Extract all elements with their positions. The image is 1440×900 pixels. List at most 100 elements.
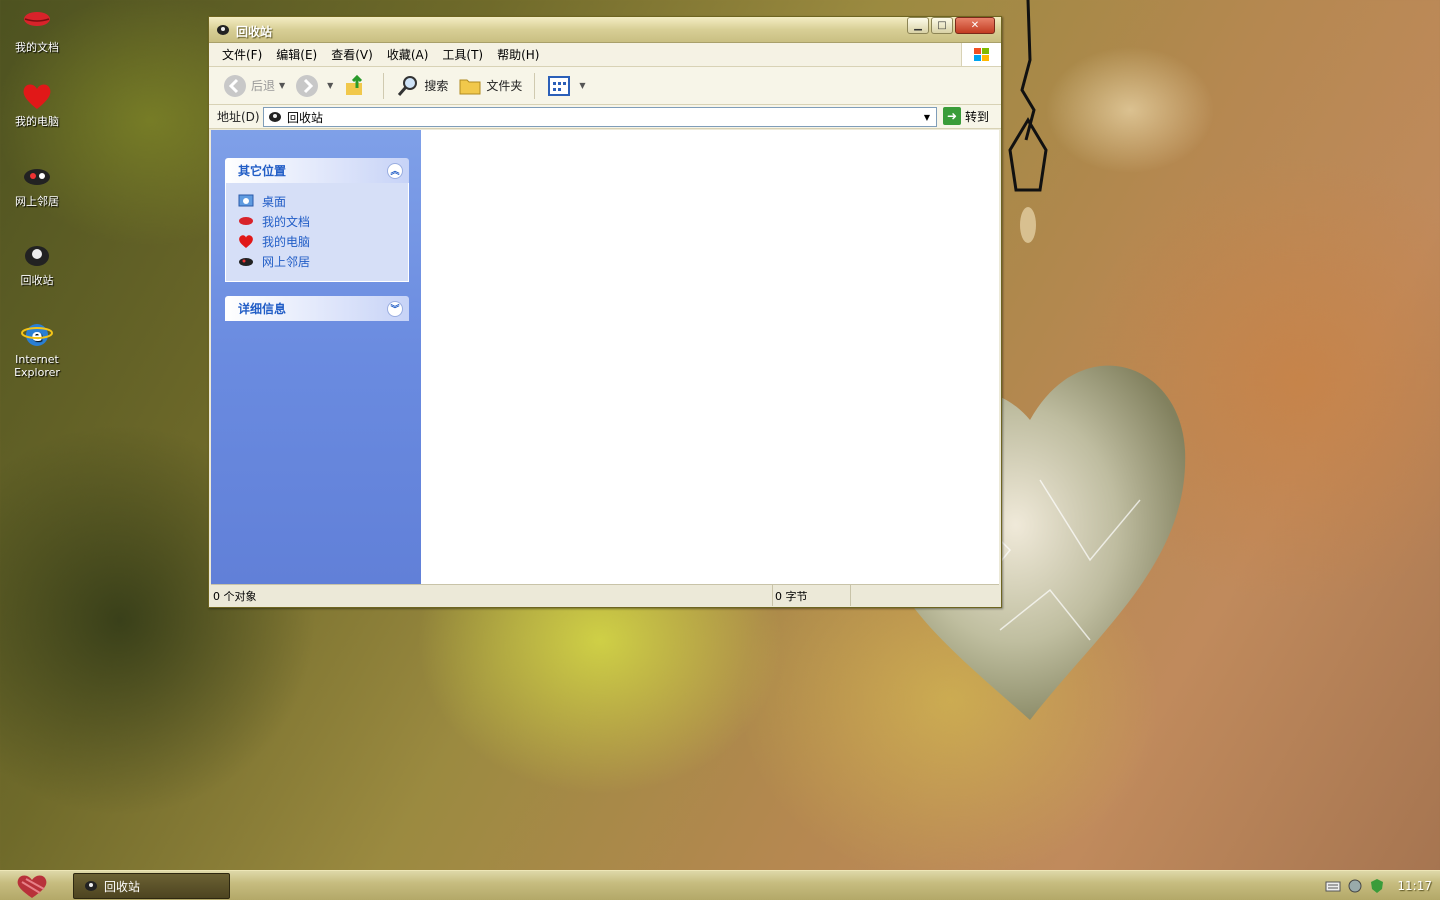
window-controls: ▁ □ ✕ xyxy=(907,17,995,34)
network-icon xyxy=(24,169,50,185)
place-link-my-documents[interactable]: 我的文档 xyxy=(238,211,398,231)
menu-help[interactable]: 帮助(H) xyxy=(490,45,546,65)
network-icon xyxy=(239,258,253,266)
windows-logo-icon xyxy=(961,43,1001,66)
other-places-body: 桌面 我的文档 我的电脑 网上邻居 xyxy=(225,183,409,282)
details-header[interactable]: 详细信息 ︾ xyxy=(225,296,409,321)
address-input[interactable]: 回收站 ▼ xyxy=(263,107,937,127)
forward-dropdown-icon[interactable]: ▼ xyxy=(327,81,333,90)
folder-icon xyxy=(459,79,481,94)
status-bar: 0 个对象 0 字节 xyxy=(211,584,999,606)
up-folder-button[interactable] xyxy=(339,71,375,101)
maximize-button[interactable]: □ xyxy=(931,17,953,34)
search-label: 搜索 xyxy=(424,79,449,93)
folders-label: 文件夹 xyxy=(486,79,523,93)
back-label: 后退 xyxy=(251,79,276,93)
desktop-icon-recycle-bin[interactable]: 回收站 xyxy=(0,239,74,287)
up-folder-icon xyxy=(346,74,363,95)
other-places-title: 其它位置 xyxy=(238,164,287,178)
taskbar-item-recycle-bin[interactable]: 回收站 xyxy=(73,873,230,899)
menu-bar: 文件(F) 编辑(E) 查看(V) 收藏(A) 工具(T) 帮助(H) xyxy=(209,43,1001,67)
place-link-label: 我的文档 xyxy=(262,214,311,229)
status-zone xyxy=(851,585,999,606)
desktop-icon-label: 我的电脑 xyxy=(15,115,59,128)
ie-icon: e xyxy=(21,324,53,346)
system-tray: 11:17 xyxy=(1325,871,1440,900)
desktop-icon xyxy=(238,194,254,207)
lips-icon xyxy=(239,217,253,225)
menu-view[interactable]: 查看(V) xyxy=(324,45,380,65)
security-shield-icon[interactable] xyxy=(1369,878,1385,894)
search-icon xyxy=(398,75,418,96)
place-link-desktop[interactable]: 桌面 xyxy=(238,191,398,211)
explorer-content: 其它位置 ︽ 桌面 我的文档 我的电脑 网上邻居 详细信息 ︾ xyxy=(211,130,999,584)
menu-edit[interactable]: 编辑(E) xyxy=(269,45,324,65)
place-link-my-computer[interactable]: 我的电脑 xyxy=(238,231,398,251)
desktop-icon-my-computer[interactable]: 我的电脑 xyxy=(0,80,74,128)
views-button[interactable]: ▼ xyxy=(543,71,589,101)
recycle-bin-window: 回收站 ▁ □ ✕ 文件(F) 编辑(E) 查看(V) 收藏(A) 工具(T) … xyxy=(208,16,1002,608)
status-size: 0 字节 xyxy=(773,585,851,606)
taskbar: 回收站 11:17 xyxy=(0,870,1440,900)
details-title: 详细信息 xyxy=(238,302,287,316)
heart-icon xyxy=(239,235,253,248)
desktop-icon-label: 我的文档 xyxy=(15,41,59,54)
folders-button[interactable]: 文件夹 xyxy=(454,71,526,101)
menu-file[interactable]: 文件(F) xyxy=(215,45,269,65)
clock[interactable]: 11:17 xyxy=(1397,879,1432,893)
views-dropdown-icon[interactable]: ▼ xyxy=(579,81,585,90)
menu-tools[interactable]: 工具(T) xyxy=(435,45,490,65)
desktop-icon-my-documents[interactable]: 我的文档 xyxy=(0,6,74,54)
desktop-icon-label: 网上邻居 xyxy=(15,195,59,208)
recycle-bin-icon xyxy=(25,246,49,266)
back-dropdown-icon[interactable]: ▼ xyxy=(279,81,285,90)
back-button[interactable]: 后退 ▼ xyxy=(219,71,289,101)
address-label: 地址(D) xyxy=(217,110,260,124)
go-label: 转到 xyxy=(965,109,990,124)
menu-favorites[interactable]: 收藏(A) xyxy=(380,45,436,65)
recycle-bin-icon xyxy=(85,881,97,891)
forward-button[interactable]: ▼ xyxy=(291,71,337,101)
toolbar: 后退 ▼ ▼ 搜索 文件夹 ▼ xyxy=(209,67,1001,105)
desktop-icon-label: 回收站 xyxy=(20,274,54,287)
window-title: 回收站 xyxy=(236,25,273,39)
recycle-bin-icon xyxy=(217,25,229,35)
network-status-icon[interactable] xyxy=(1347,878,1363,894)
collapse-icon[interactable]: ︽ xyxy=(387,162,403,179)
go-button[interactable]: ➜ 转到 xyxy=(943,107,989,125)
address-dropdown-icon[interactable]: ▼ xyxy=(920,110,934,124)
lips-icon xyxy=(24,12,50,26)
other-places-header[interactable]: 其它位置 ︽ xyxy=(225,158,409,183)
desktop-icon-network[interactable]: 网上邻居 xyxy=(0,160,74,208)
task-pane: 其它位置 ︽ 桌面 我的文档 我的电脑 网上邻居 详细信息 ︾ xyxy=(211,130,421,584)
details-panel: 详细信息 ︾ xyxy=(225,296,409,321)
heart-icon xyxy=(23,84,51,109)
start-button-heart-icon[interactable] xyxy=(14,873,50,899)
search-button[interactable]: 搜索 xyxy=(392,71,452,101)
recycle-bin-icon xyxy=(269,112,281,122)
expand-icon[interactable]: ︾ xyxy=(387,300,403,317)
place-link-label: 网上邻居 xyxy=(262,254,311,269)
pendant-chain xyxy=(1008,0,1048,243)
toolbar-separator xyxy=(534,72,536,99)
desktop-icon-internet-explorer[interactable]: e Internet Explorer xyxy=(0,318,74,379)
keyboard-icon[interactable] xyxy=(1325,878,1341,894)
other-places-panel: 其它位置 ︽ 桌面 我的文档 我的电脑 网上邻居 xyxy=(225,158,409,282)
status-object-count: 0 个对象 xyxy=(211,585,773,606)
address-value: 回收站 xyxy=(287,110,324,125)
place-link-label: 我的电脑 xyxy=(262,234,311,249)
back-arrow-icon xyxy=(224,74,246,97)
close-button[interactable]: ✕ xyxy=(955,17,995,34)
file-list-area[interactable] xyxy=(421,130,999,584)
title-bar[interactable]: 回收站 ▁ □ ✕ xyxy=(209,17,1001,43)
forward-arrow-icon xyxy=(296,74,319,97)
views-icon xyxy=(548,75,571,96)
desktop-icon-label: Internet Explorer xyxy=(14,353,60,379)
place-link-network[interactable]: 网上邻居 xyxy=(238,251,398,271)
address-bar: 地址(D) 回收站 ▼ ➜ 转到 xyxy=(209,105,1001,129)
place-link-label: 桌面 xyxy=(262,194,287,209)
minimize-button[interactable]: ▁ xyxy=(907,17,929,34)
go-arrow-icon: ➜ xyxy=(943,107,961,125)
toolbar-separator xyxy=(383,72,385,99)
taskbar-item-label: 回收站 xyxy=(104,879,141,894)
